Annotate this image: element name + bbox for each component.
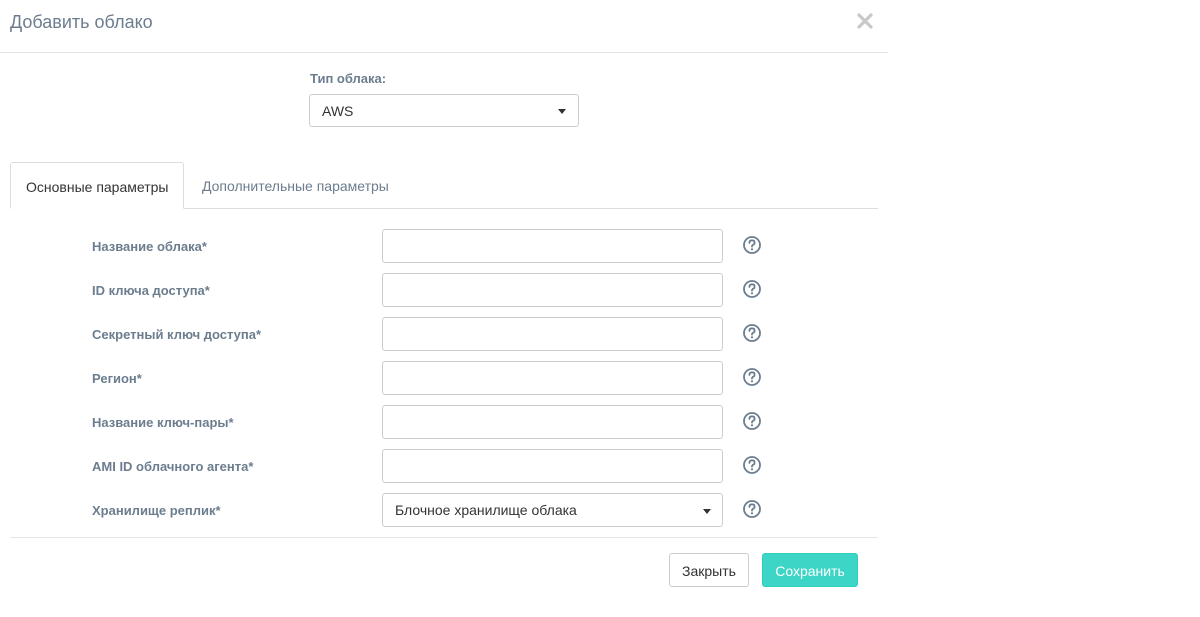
- cloud-name-input[interactable]: [382, 229, 723, 263]
- tab-basic-parameters[interactable]: Основные параметры: [10, 162, 184, 209]
- chevron-down-icon: [558, 109, 566, 114]
- dialog-title: Добавить облако: [10, 12, 153, 32]
- chevron-down-icon: [703, 509, 711, 514]
- key-pair-name-input[interactable]: [382, 405, 723, 439]
- region-input[interactable]: [382, 361, 723, 395]
- tab-advanced-parameters[interactable]: Дополнительные параметры: [184, 162, 414, 208]
- region-label: Регион*: [92, 371, 142, 386]
- question-circle-icon[interactable]: [742, 279, 762, 299]
- cloud-type-select[interactable]: AWS: [309, 94, 579, 127]
- question-circle-icon[interactable]: [742, 455, 762, 475]
- secret-access-key-label: Секретный ключ доступа*: [92, 327, 262, 342]
- ami-id-input[interactable]: [382, 449, 723, 483]
- question-circle-icon[interactable]: [742, 411, 762, 431]
- replica-storage-label: Хранилище реплик*: [92, 503, 221, 518]
- save-button[interactable]: Сохранить: [762, 553, 858, 587]
- question-circle-icon[interactable]: [742, 323, 762, 343]
- replica-storage-value: Блочное хранилище облака: [395, 502, 577, 518]
- footer-divider: [10, 537, 878, 538]
- question-circle-icon[interactable]: [742, 367, 762, 387]
- question-circle-icon[interactable]: [742, 235, 762, 255]
- ami-id-label: AMI ID облачного агента*: [92, 459, 254, 474]
- access-key-id-label: ID ключа доступа*: [92, 283, 210, 298]
- question-circle-icon[interactable]: [742, 499, 762, 519]
- key-pair-name-label: Название ключ-пары*: [92, 415, 234, 430]
- access-key-id-input[interactable]: [382, 273, 723, 307]
- cloud-type-value: AWS: [322, 103, 354, 119]
- cloud-type-label: Тип облака:: [310, 71, 387, 86]
- replica-storage-select[interactable]: Блочное хранилище облака: [382, 493, 723, 527]
- secret-access-key-input[interactable]: [382, 317, 723, 351]
- close-button[interactable]: Закрыть: [669, 553, 749, 587]
- tab-bar: Основные параметры Дополнительные параме…: [10, 162, 878, 209]
- dialog-header: Добавить облако: [0, 0, 888, 53]
- tab-label: Основные параметры: [26, 179, 169, 195]
- add-cloud-dialog: Добавить облако Тип облака: AWS Основные…: [0, 0, 888, 617]
- cloud-name-label: Название облака*: [92, 239, 207, 254]
- tab-label: Дополнительные параметры: [202, 178, 389, 194]
- close-icon[interactable]: [856, 9, 874, 31]
